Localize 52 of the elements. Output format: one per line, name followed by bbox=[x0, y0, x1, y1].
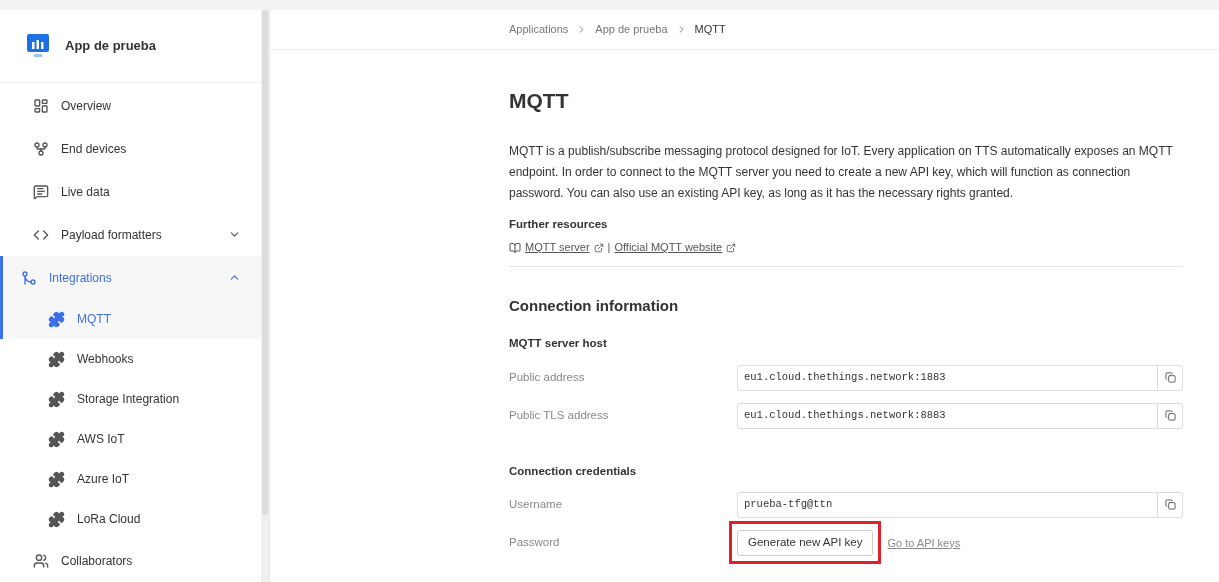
sidebar-item[interactable]: Live data bbox=[0, 170, 261, 213]
sidebar-item[interactable]: Overview bbox=[0, 84, 261, 127]
breadcrumb-item[interactable]: Applications bbox=[509, 21, 569, 38]
app-name: App de prueba bbox=[65, 37, 156, 56]
field-label: Password bbox=[509, 535, 561, 551]
link-separator: | bbox=[607, 240, 611, 256]
puzzle-icon bbox=[48, 310, 65, 328]
book-icon bbox=[509, 241, 521, 254]
sidebar-subitem[interactable]: MQTT bbox=[0, 299, 261, 339]
merge-icon bbox=[21, 269, 37, 286]
sidebar-subitem[interactable]: Webhooks bbox=[0, 339, 261, 379]
copy-field[interactable]: eu1.cloud.thethings.network:1883 bbox=[737, 364, 1183, 391]
fork-icon bbox=[33, 140, 49, 157]
external-link-icon bbox=[726, 242, 737, 253]
sidebar-subitem[interactable]: Storage Integration bbox=[0, 379, 261, 419]
sidebar-subitem[interactable]: LoRa Cloud bbox=[0, 499, 261, 539]
sidebar-item[interactable]: Integrations bbox=[3, 256, 261, 299]
field-label: Public address bbox=[509, 369, 586, 385]
scrollbar-thumb[interactable] bbox=[262, 10, 268, 515]
field-label: Username bbox=[509, 497, 564, 513]
section-title: Connection information bbox=[509, 295, 680, 316]
copy-icon bbox=[1164, 499, 1176, 511]
puzzle-icon bbox=[48, 470, 65, 488]
puzzle-icon bbox=[48, 510, 65, 528]
resources-heading: Further resources bbox=[509, 217, 609, 232]
puzzle-icon bbox=[48, 430, 65, 448]
external-link-icon bbox=[593, 242, 604, 253]
copy-field[interactable]: eu1.cloud.thethings.network:8883 bbox=[737, 402, 1183, 429]
sidebar-item[interactable]: End devices bbox=[0, 127, 261, 170]
dashboard-icon bbox=[33, 97, 49, 114]
generate-key-button[interactable]: Generate new API key bbox=[737, 530, 874, 557]
breadcrumb-item[interactable]: App de prueba bbox=[595, 21, 668, 38]
copy-icon bbox=[1164, 410, 1176, 421]
sidebar-subitem[interactable]: AWS IoT bbox=[0, 419, 261, 459]
sidebar-subitem[interactable]: Azure IoT bbox=[0, 459, 261, 499]
puzzle-icon bbox=[48, 390, 65, 408]
field-label: Public TLS address bbox=[509, 407, 610, 423]
copy-icon bbox=[1164, 372, 1176, 383]
puzzle-icon bbox=[48, 350, 65, 368]
sidebar-item[interactable]: Collaborators bbox=[0, 539, 261, 582]
people-icon bbox=[33, 552, 49, 569]
page-title: MQTT bbox=[509, 90, 570, 111]
resource-link[interactable]: MQTT server bbox=[525, 239, 590, 256]
sidebar-item[interactable]: Payload formatters bbox=[0, 213, 261, 256]
subsection-heading: MQTT server host bbox=[509, 336, 608, 352]
breadcrumb-item: MQTT bbox=[694, 22, 726, 38]
subsection-heading: Connection credentials bbox=[509, 463, 638, 479]
copy-field[interactable]: prueba-tfg@ttn bbox=[737, 491, 1183, 518]
api-keys-link[interactable]: Go to API keys bbox=[887, 534, 961, 551]
description-text: MQTT is a publish/subscribe messaging protocol designed for IoT. Every application on TTS automatically exposes an MQTT endpoint. In order to connect to the MQTT server you need to create a new API key, which will function as connection password. You can also use an existing API key, as long as it has the necessary rights granted. bbox=[509, 143, 1174, 202]
resource-link[interactable]: Official MQTT website bbox=[614, 239, 723, 256]
app-logo-icon bbox=[27, 34, 49, 58]
